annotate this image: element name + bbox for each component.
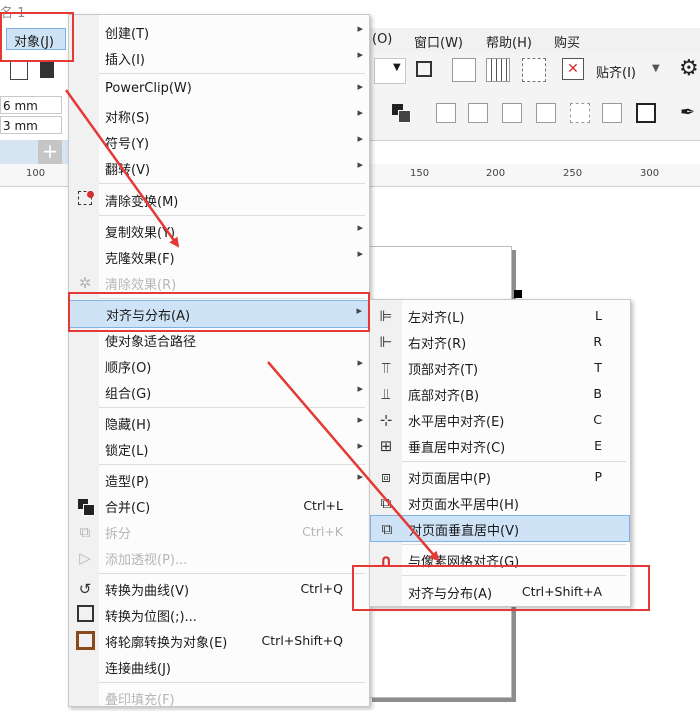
- arrow-to-align-item: [64, 89, 180, 248]
- arrow-to-align-dialog: [267, 361, 440, 562]
- annotation-arrows: [64, 89, 440, 562]
